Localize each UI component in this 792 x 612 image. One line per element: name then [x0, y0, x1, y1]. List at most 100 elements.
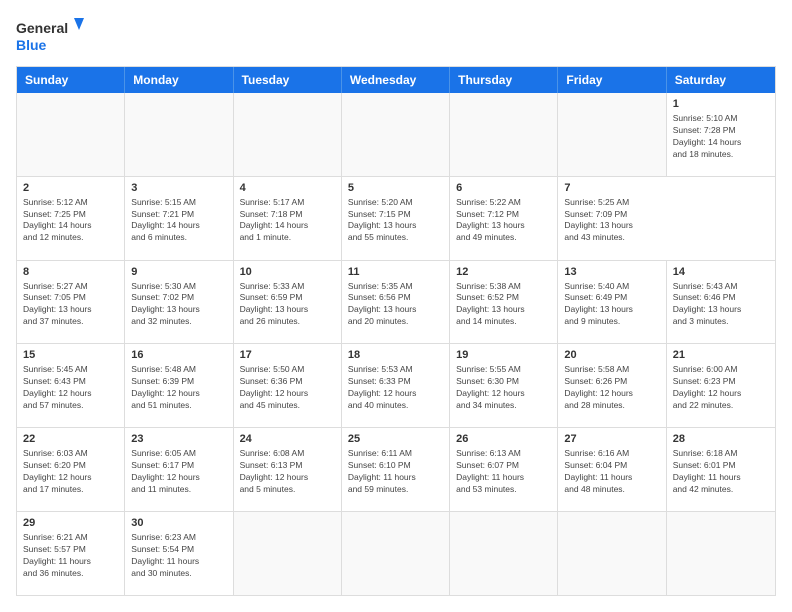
day-number: 14 [673, 265, 769, 280]
calendar-cell: 10Sunrise: 5:33 AMSunset: 6:59 PMDayligh… [234, 261, 342, 344]
cell-text: Sunrise: 5:48 AMSunset: 6:39 PMDaylight:… [131, 364, 226, 412]
cell-text: Sunrise: 5:10 AMSunset: 7:28 PMDaylight:… [673, 113, 769, 161]
calendar-row-0: 1Sunrise: 5:10 AMSunset: 7:28 PMDaylight… [17, 93, 775, 177]
cell-text: Sunrise: 6:00 AMSunset: 6:23 PMDaylight:… [673, 364, 769, 412]
calendar-cell [234, 93, 342, 176]
day-number: 9 [131, 265, 226, 280]
day-number: 18 [348, 348, 443, 363]
calendar-cell: 25Sunrise: 6:11 AMSunset: 6:10 PMDayligh… [342, 428, 450, 511]
cell-text: Sunrise: 5:40 AMSunset: 6:49 PMDaylight:… [564, 281, 659, 329]
day-number: 1 [673, 97, 769, 112]
calendar-cell: 15Sunrise: 5:45 AMSunset: 6:43 PMDayligh… [17, 344, 125, 427]
cell-text: Sunrise: 5:12 AMSunset: 7:25 PMDaylight:… [23, 197, 118, 245]
cell-text: Sunrise: 5:58 AMSunset: 6:26 PMDaylight:… [564, 364, 659, 412]
header: GeneralBlue [16, 16, 776, 56]
calendar-cell: 22Sunrise: 6:03 AMSunset: 6:20 PMDayligh… [17, 428, 125, 511]
calendar-cell [125, 93, 233, 176]
day-number: 24 [240, 432, 335, 447]
calendar-cell: 14Sunrise: 5:43 AMSunset: 6:46 PMDayligh… [667, 261, 775, 344]
calendar-cell: 9Sunrise: 5:30 AMSunset: 7:02 PMDaylight… [125, 261, 233, 344]
cell-text: Sunrise: 5:45 AMSunset: 6:43 PMDaylight:… [23, 364, 118, 412]
calendar-cell: 4Sunrise: 5:17 AMSunset: 7:18 PMDaylight… [234, 177, 342, 260]
logo-icon: GeneralBlue [16, 16, 96, 56]
day-number: 20 [564, 348, 659, 363]
calendar-cell [450, 512, 558, 595]
day-number: 21 [673, 348, 769, 363]
calendar-cell: 8Sunrise: 5:27 AMSunset: 7:05 PMDaylight… [17, 261, 125, 344]
calendar-cell: 7Sunrise: 5:25 AMSunset: 7:09 PMDaylight… [558, 177, 666, 260]
calendar-cell: 16Sunrise: 5:48 AMSunset: 6:39 PMDayligh… [125, 344, 233, 427]
day-number: 19 [456, 348, 551, 363]
calendar-cell: 21Sunrise: 6:00 AMSunset: 6:23 PMDayligh… [667, 344, 775, 427]
day-number: 17 [240, 348, 335, 363]
calendar-cell [234, 512, 342, 595]
calendar-cell [17, 93, 125, 176]
cell-text: Sunrise: 5:50 AMSunset: 6:36 PMDaylight:… [240, 364, 335, 412]
cell-text: Sunrise: 5:27 AMSunset: 7:05 PMDaylight:… [23, 281, 118, 329]
header-cell-wednesday: Wednesday [342, 67, 450, 93]
cell-text: Sunrise: 5:43 AMSunset: 6:46 PMDaylight:… [673, 281, 769, 329]
calendar-cell: 17Sunrise: 5:50 AMSunset: 6:36 PMDayligh… [234, 344, 342, 427]
calendar-row-1: 2Sunrise: 5:12 AMSunset: 7:25 PMDaylight… [17, 177, 775, 261]
calendar-row-5: 29Sunrise: 6:21 AMSunset: 5:57 PMDayligh… [17, 512, 775, 595]
header-cell-thursday: Thursday [450, 67, 558, 93]
calendar-cell: 29Sunrise: 6:21 AMSunset: 5:57 PMDayligh… [17, 512, 125, 595]
calendar-cell [558, 93, 666, 176]
cell-text: Sunrise: 5:30 AMSunset: 7:02 PMDaylight:… [131, 281, 226, 329]
cell-text: Sunrise: 5:38 AMSunset: 6:52 PMDaylight:… [456, 281, 551, 329]
cell-text: Sunrise: 5:22 AMSunset: 7:12 PMDaylight:… [456, 197, 551, 245]
cell-text: Sunrise: 5:35 AMSunset: 6:56 PMDaylight:… [348, 281, 443, 329]
calendar-cell: 19Sunrise: 5:55 AMSunset: 6:30 PMDayligh… [450, 344, 558, 427]
calendar-row-4: 22Sunrise: 6:03 AMSunset: 6:20 PMDayligh… [17, 428, 775, 512]
calendar-row-2: 8Sunrise: 5:27 AMSunset: 7:05 PMDaylight… [17, 261, 775, 345]
calendar-row-3: 15Sunrise: 5:45 AMSunset: 6:43 PMDayligh… [17, 344, 775, 428]
day-number: 13 [564, 265, 659, 280]
header-cell-tuesday: Tuesday [234, 67, 342, 93]
day-number: 5 [348, 181, 443, 196]
calendar-cell: 3Sunrise: 5:15 AMSunset: 7:21 PMDaylight… [125, 177, 233, 260]
calendar-cell: 12Sunrise: 5:38 AMSunset: 6:52 PMDayligh… [450, 261, 558, 344]
cell-text: Sunrise: 5:20 AMSunset: 7:15 PMDaylight:… [348, 197, 443, 245]
calendar-cell: 11Sunrise: 5:35 AMSunset: 6:56 PMDayligh… [342, 261, 450, 344]
day-number: 3 [131, 181, 226, 196]
calendar-cell: 5Sunrise: 5:20 AMSunset: 7:15 PMDaylight… [342, 177, 450, 260]
day-number: 6 [456, 181, 551, 196]
cell-text: Sunrise: 6:23 AMSunset: 5:54 PMDaylight:… [131, 532, 226, 580]
calendar-header: SundayMondayTuesdayWednesdayThursdayFrid… [17, 67, 775, 93]
cell-text: Sunrise: 6:16 AMSunset: 6:04 PMDaylight:… [564, 448, 659, 496]
day-number: 26 [456, 432, 551, 447]
cell-text: Sunrise: 5:17 AMSunset: 7:18 PMDaylight:… [240, 197, 335, 245]
day-number: 27 [564, 432, 659, 447]
calendar-cell [342, 512, 450, 595]
calendar-cell [667, 512, 775, 595]
calendar-cell: 28Sunrise: 6:18 AMSunset: 6:01 PMDayligh… [667, 428, 775, 511]
calendar-body: 1Sunrise: 5:10 AMSunset: 7:28 PMDaylight… [17, 93, 775, 595]
calendar-cell: 24Sunrise: 6:08 AMSunset: 6:13 PMDayligh… [234, 428, 342, 511]
calendar-cell: 13Sunrise: 5:40 AMSunset: 6:49 PMDayligh… [558, 261, 666, 344]
day-number: 23 [131, 432, 226, 447]
cell-text: Sunrise: 6:21 AMSunset: 5:57 PMDaylight:… [23, 532, 118, 580]
cell-text: Sunrise: 6:08 AMSunset: 6:13 PMDaylight:… [240, 448, 335, 496]
header-cell-friday: Friday [558, 67, 666, 93]
day-number: 16 [131, 348, 226, 363]
header-cell-sunday: Sunday [17, 67, 125, 93]
calendar-cell: 18Sunrise: 5:53 AMSunset: 6:33 PMDayligh… [342, 344, 450, 427]
day-number: 2 [23, 181, 118, 196]
cell-text: Sunrise: 5:55 AMSunset: 6:30 PMDaylight:… [456, 364, 551, 412]
cell-text: Sunrise: 5:15 AMSunset: 7:21 PMDaylight:… [131, 197, 226, 245]
cell-text: Sunrise: 5:33 AMSunset: 6:59 PMDaylight:… [240, 281, 335, 329]
header-cell-monday: Monday [125, 67, 233, 93]
day-number: 30 [131, 516, 226, 531]
calendar-cell: 20Sunrise: 5:58 AMSunset: 6:26 PMDayligh… [558, 344, 666, 427]
calendar-cell: 26Sunrise: 6:13 AMSunset: 6:07 PMDayligh… [450, 428, 558, 511]
logo: GeneralBlue [16, 16, 96, 56]
cell-text: Sunrise: 5:53 AMSunset: 6:33 PMDaylight:… [348, 364, 443, 412]
day-number: 15 [23, 348, 118, 363]
page: GeneralBlue SundayMondayTuesdayWednesday… [0, 0, 792, 612]
cell-text: Sunrise: 6:18 AMSunset: 6:01 PMDaylight:… [673, 448, 769, 496]
day-number: 22 [23, 432, 118, 447]
calendar-cell: 6Sunrise: 5:22 AMSunset: 7:12 PMDaylight… [450, 177, 558, 260]
day-number: 11 [348, 265, 443, 280]
calendar-cell: 23Sunrise: 6:05 AMSunset: 6:17 PMDayligh… [125, 428, 233, 511]
cell-text: Sunrise: 5:25 AMSunset: 7:09 PMDaylight:… [564, 197, 660, 245]
